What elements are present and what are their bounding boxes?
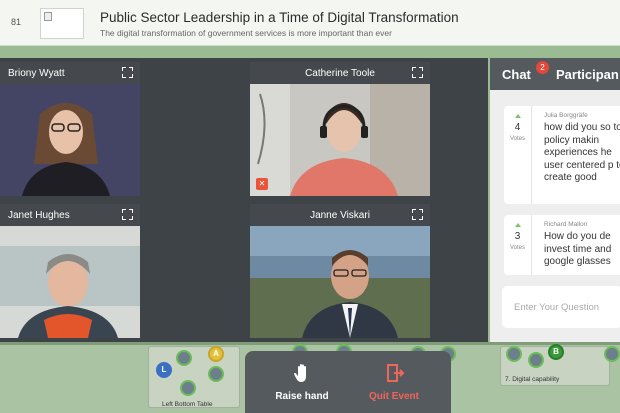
participant-avatar[interactable]: A: [208, 346, 224, 362]
tile-title-bar: Catherine Toole: [250, 62, 430, 84]
upvote-button[interactable]: 4 Votes: [504, 106, 532, 204]
participant-avatar[interactable]: [180, 380, 196, 396]
hand-icon: [294, 364, 306, 382]
raise-hand-button[interactable]: Raise hand: [257, 359, 347, 409]
upvote-icon: [515, 223, 521, 227]
participant-avatar[interactable]: B: [548, 344, 564, 360]
chat-panel: Chat 2 Participan 4 Votes Julia Borggräf…: [490, 58, 620, 342]
video-tile-briony[interactable]: Briony Wyatt: [0, 62, 140, 196]
video-tile-janne[interactable]: Janne Viskari: [250, 204, 430, 338]
tile-title-bar: Briony Wyatt: [0, 62, 140, 84]
participant-name: Briony Wyatt: [8, 68, 65, 79]
expand-icon[interactable]: [122, 209, 133, 220]
tile-title-bar: Janet Hughes: [0, 204, 140, 226]
question-card: 3 Votes Richard Mallon How do you de inv…: [504, 215, 620, 275]
question-author: Julia Borggräfe: [544, 112, 588, 119]
unread-badge: 2: [536, 61, 549, 74]
quit-event-label: Quit Event: [368, 391, 419, 402]
participant-avatar[interactable]: [506, 346, 522, 362]
question-list[interactable]: 4 Votes Julia Borggräfe how did you so t…: [490, 90, 620, 280]
control-bar: Raise hand Quit Event: [245, 351, 451, 413]
chat-tabs: Chat 2 Participan: [490, 58, 620, 90]
participant-avatar[interactable]: L: [156, 362, 172, 378]
session-header: 81 Public Sector Leadership in a Time of…: [0, 0, 620, 46]
expand-icon[interactable]: [412, 67, 423, 78]
map-edge: [0, 342, 620, 345]
question-text: How do you de invest time and google gla…: [544, 231, 612, 267]
session-subtitle: The digital transformation of government…: [100, 28, 392, 38]
upvote-button[interactable]: 3 Votes: [504, 215, 532, 275]
session-title: Public Sector Leadership in a Time of Di…: [100, 10, 459, 25]
broken-image-icon: [44, 12, 52, 21]
video-feed: [0, 84, 140, 196]
tile-title-bar: Janne Viskari: [250, 204, 430, 226]
vote-count: 3: [514, 231, 521, 242]
participant-name: Janet Hughes: [8, 210, 70, 221]
video-tile-catherine[interactable]: ✕ Catherine Toole: [250, 62, 430, 196]
raise-hand-label: Raise hand: [275, 391, 329, 402]
participant-avatar[interactable]: [208, 366, 224, 382]
upvote-icon: [515, 114, 521, 118]
expand-icon[interactable]: [122, 67, 133, 78]
page-number: 81: [10, 17, 21, 27]
video-feed: [0, 226, 140, 338]
participant-name: Janne Viskari: [310, 210, 370, 221]
participant-avatar[interactable]: [528, 352, 544, 368]
video-stage: Briony Wyatt ✕ Catherine Toole Janet Hug…: [0, 58, 488, 342]
table-label: Left Bottom Table: [162, 401, 213, 408]
question-card: 4 Votes Julia Borggräfe how did you so t…: [504, 106, 620, 204]
votes-label: Votes: [509, 245, 525, 251]
exit-icon: [387, 364, 405, 382]
vote-count: 4: [514, 122, 521, 133]
mic-muted-icon: ✕: [256, 178, 268, 190]
table-label: 7. Digital capability: [505, 376, 560, 383]
votes-label: Votes: [509, 136, 525, 142]
tab-chat[interactable]: Chat: [502, 67, 531, 82]
question-input-wrap: [502, 286, 620, 328]
video-feed: [250, 226, 430, 338]
expand-icon[interactable]: [412, 209, 423, 220]
question-input[interactable]: [502, 286, 620, 328]
participant-avatar[interactable]: [176, 350, 192, 366]
session-thumbnail: [40, 8, 84, 39]
participant-name: Catherine Toole: [305, 68, 375, 79]
quit-event-button[interactable]: Quit Event: [349, 359, 439, 409]
participant-avatar[interactable]: [604, 346, 620, 362]
tab-participants[interactable]: Participan: [556, 67, 619, 82]
question-text: how did you so to policy makin experienc…: [544, 122, 620, 183]
video-tile-janet[interactable]: Janet Hughes: [0, 204, 140, 338]
question-author: Richard Mallon: [544, 221, 588, 228]
video-feed: ✕: [250, 84, 430, 196]
